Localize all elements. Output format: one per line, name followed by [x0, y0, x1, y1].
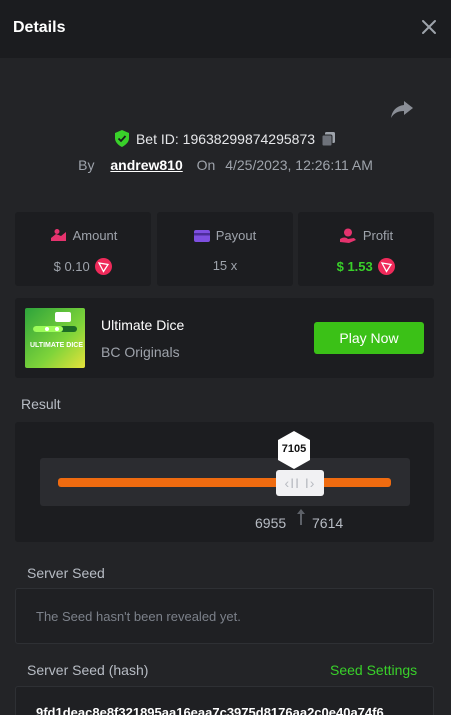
amount-value: $ 0.10 — [53, 259, 90, 274]
server-seed-text: The Seed hasn't been revealed yet. — [36, 609, 241, 624]
dice-slider-graphic — [33, 312, 77, 332]
username-link[interactable]: andrew810 — [110, 157, 182, 173]
server-seed-field: The Seed hasn't been revealed yet. — [15, 588, 434, 644]
payout-icon — [193, 230, 210, 242]
play-now-button[interactable]: Play Now — [314, 322, 424, 354]
header-title: Details — [13, 19, 66, 36]
server-seed-hash-value: 9fd1deac8e8f321895aa16eaa7c3975d8176aa2c… — [36, 705, 384, 715]
payout-value: 15 x — [212, 258, 238, 273]
tron-coin-icon — [378, 258, 396, 275]
amount-label: Amount — [72, 228, 118, 243]
amount-icon — [50, 229, 66, 241]
game-provider: BC Originals — [101, 344, 180, 360]
on-label: On — [196, 157, 216, 173]
profit-value: $ 1.53 — [336, 259, 373, 274]
result-panel: 7105 ‹II I› 6955 7614 — [15, 422, 434, 542]
server-seed-label: Server Seed — [27, 565, 105, 581]
game-thumbnail[interactable]: ULTIMATE DICE — [25, 308, 85, 368]
profit-icon — [339, 228, 356, 243]
close-icon[interactable] — [418, 16, 440, 38]
copy-icon[interactable] — [321, 131, 337, 147]
profit-stat: Profit $ 1.53 — [298, 212, 434, 286]
server-seed-hash-field: 9fd1deac8e8f321895aa16eaa7c3975d8176aa2c… — [15, 686, 434, 715]
arrow-up-icon — [297, 509, 305, 525]
slider-handle[interactable]: ‹II I› — [276, 470, 324, 496]
bet-id-text: Bet ID: 19638299874295873 — [135, 131, 316, 147]
bet-datetime: 4/25/2023, 12:26:11 AM — [225, 157, 373, 173]
payout-label: Payout — [215, 228, 257, 243]
game-thumbnail-text: ULTIMATE DICE — [30, 342, 84, 349]
server-seed-hash-label: Server Seed (hash) — [27, 662, 149, 678]
result-value: 7105 — [281, 443, 307, 455]
by-label: By — [78, 157, 95, 173]
details-header: Details — [0, 0, 451, 58]
grip-icon: ‹II I› — [284, 475, 316, 491]
game-card: ULTIMATE DICE Ultimate Dice BC Originals… — [15, 298, 434, 378]
game-name: Ultimate Dice — [101, 317, 185, 333]
verified-shield-icon — [114, 130, 129, 147]
profit-label: Profit — [362, 228, 394, 243]
result-label: Result — [21, 396, 61, 412]
share-icon[interactable] — [390, 98, 414, 120]
bet-id-row: Bet ID: 19638299874295873 — [0, 130, 451, 152]
range-high: 7614 — [312, 515, 344, 531]
slider-track — [58, 478, 391, 487]
payout-stat: Payout 15 x — [157, 212, 293, 286]
tron-coin-icon — [95, 258, 113, 275]
seed-settings-link[interactable]: Seed Settings — [330, 662, 417, 678]
range-low: 6955 — [255, 515, 287, 531]
bet-byline: By andrew810 On 4/25/2023, 12:26:11 AM — [0, 157, 451, 173]
amount-stat: Amount $ 0.10 — [15, 212, 151, 286]
